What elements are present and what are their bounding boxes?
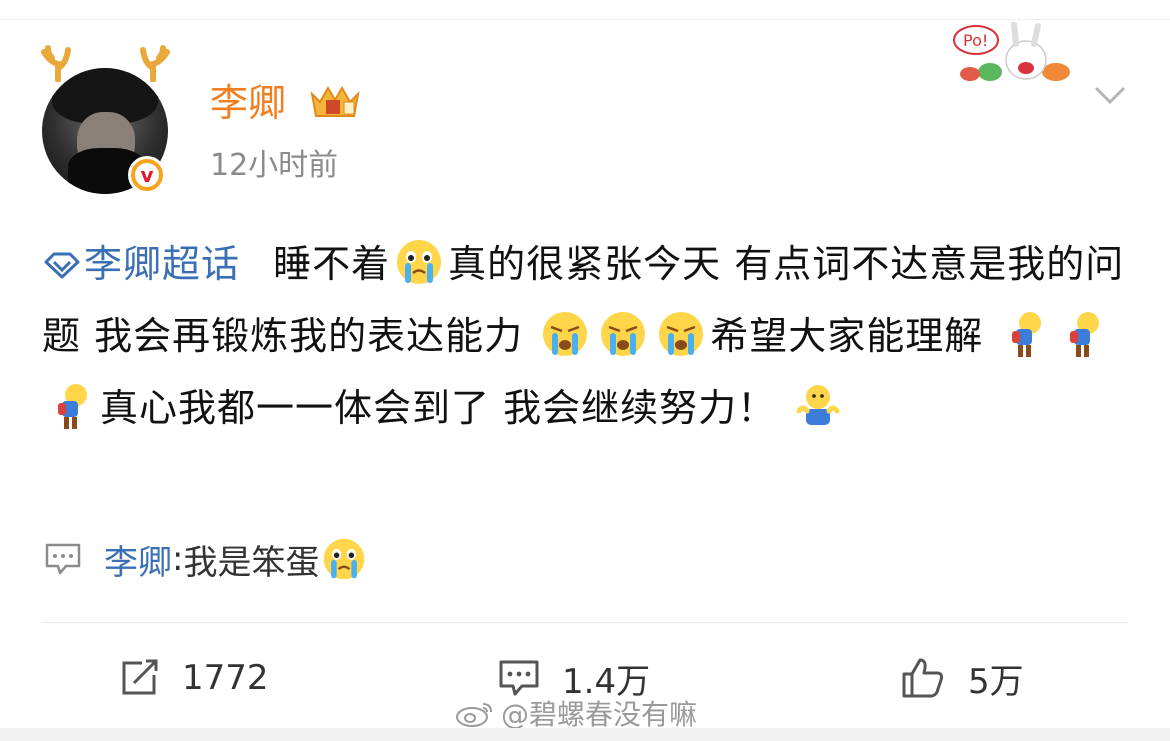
sticker-text: Po!	[963, 31, 988, 50]
sad-bow-emoji-icon	[1012, 312, 1042, 357]
repost-count: 1772	[182, 658, 269, 698]
bunny-sticker-icon: Po!	[953, 22, 1070, 81]
repost-text: 我是笨蛋	[183, 542, 320, 583]
repost-line[interactable]: 李卿: 我是笨蛋	[44, 533, 371, 585]
repost-button[interactable]: 1772	[118, 650, 269, 706]
repost-icon	[122, 659, 158, 695]
crown-badge-icon	[310, 86, 360, 117]
repost-author[interactable]: 李卿	[104, 535, 172, 584]
crying-emoji-icon	[601, 312, 646, 356]
sad-bow-emoji-icon	[1070, 312, 1100, 357]
avatar-container[interactable]: v	[38, 42, 173, 197]
like-button[interactable]: 5万	[900, 650, 1024, 706]
crying-emoji-icon	[397, 240, 442, 284]
comment-bubble-icon	[45, 543, 81, 575]
timestamp: 12小时前	[210, 148, 339, 183]
bottom-strip	[0, 728, 1170, 741]
top-divider	[0, 19, 1170, 20]
username[interactable]: 李卿	[210, 80, 286, 126]
watermark-text: @碧螺春没有嘛	[501, 698, 698, 731]
crying-emoji-icon	[659, 312, 704, 356]
super-topic-label[interactable]: 李卿超话	[84, 242, 240, 286]
super-topic-link[interactable]: 李卿超话	[42, 242, 240, 286]
post-text-1: 睡不着	[273, 242, 391, 286]
post-text-3: 希望大家能理解	[710, 314, 984, 358]
weibo-logo-icon	[456, 703, 492, 727]
weibo-watermark: @碧螺春没有嘛	[455, 695, 697, 731]
sad-bow-emoji-icon	[58, 384, 87, 429]
super-topic-icon	[44, 252, 80, 279]
like-count: 5万	[968, 661, 1024, 702]
comment-icon	[499, 660, 539, 696]
post-content: 李卿超话 睡不着 真的很紧张今天 有点词不达意是我的问题 我会再锻炼我的表达能力 …	[42, 228, 1132, 444]
like-icon	[902, 658, 944, 698]
repost-separator: :	[172, 539, 184, 579]
verified-badge-icon: v	[128, 156, 166, 194]
crying-emoji-icon	[324, 538, 365, 580]
post-text-4: 真心我都一一体会到了 我会继续努力！	[100, 386, 777, 430]
action-divider	[42, 622, 1128, 623]
crying-emoji-icon	[543, 312, 588, 356]
shrug-emoji-icon	[796, 385, 840, 425]
chevron-down-icon[interactable]	[1090, 80, 1130, 110]
